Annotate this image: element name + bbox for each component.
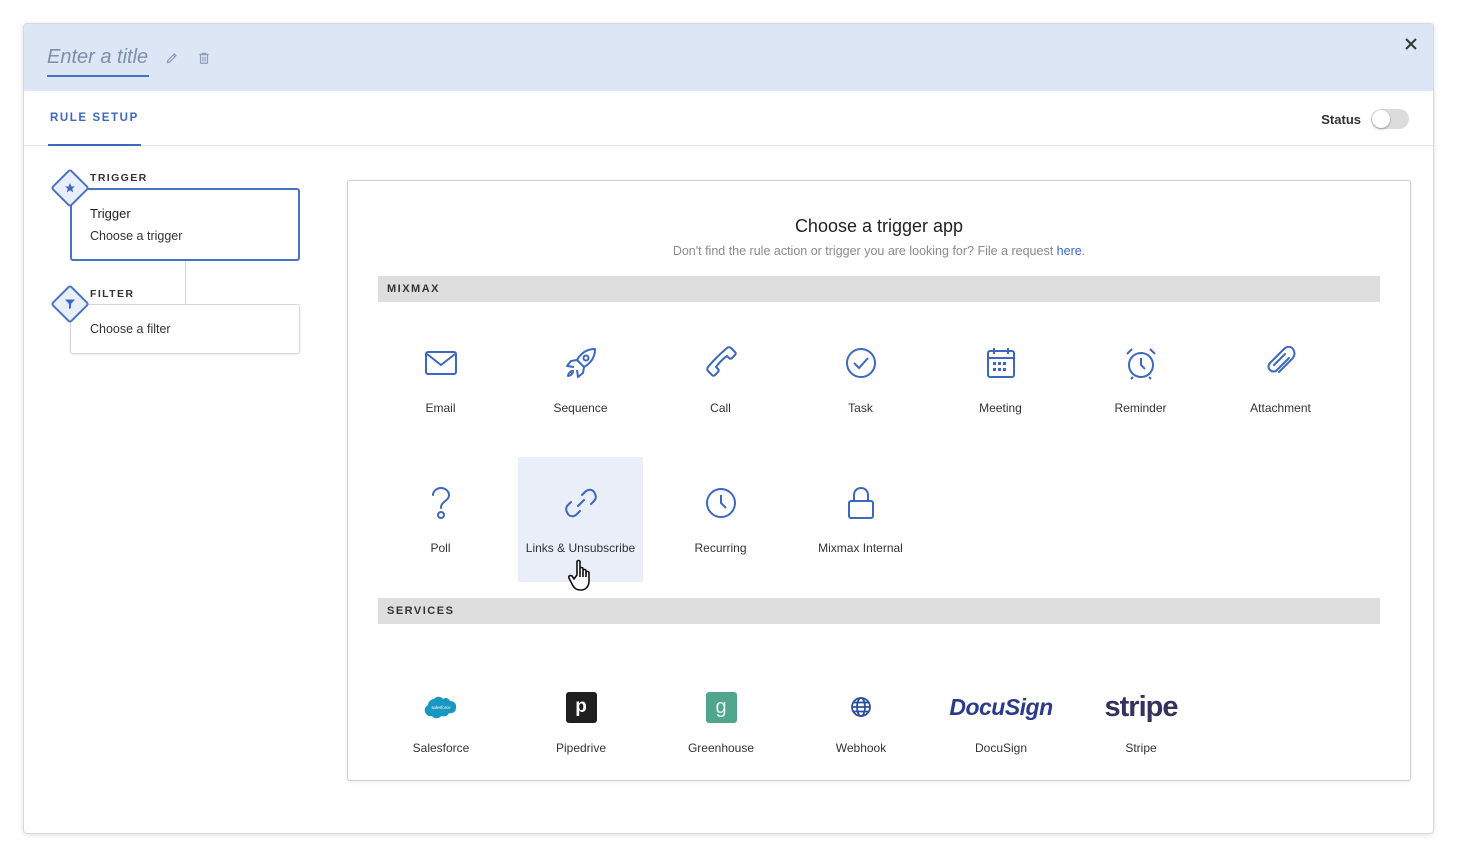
app-reminder[interactable]: Reminder (1078, 317, 1203, 442)
app-email[interactable]: Email (378, 317, 503, 442)
stripe-logo-text: stripe (1104, 690, 1179, 723)
panel-subtitle-end: . (1081, 244, 1086, 258)
service-label: Salesforce (412, 741, 470, 755)
step-connector (185, 261, 186, 305)
app-label: Call (710, 401, 731, 415)
rocket-icon (518, 343, 643, 383)
service-pipedrive[interactable]: p Pipedrive (511, 631, 651, 755)
trigger-step-card[interactable]: Trigger Choose a trigger (70, 188, 300, 261)
app-label: Mixmax Internal (818, 541, 903, 555)
panel-subtitle-text: Don't find the rule action or trigger yo… (672, 244, 1057, 258)
service-webhook[interactable]: Webhook (791, 631, 931, 755)
status-toggle[interactable] (1371, 109, 1409, 129)
calendar-icon (938, 343, 1063, 383)
trigger-step-label: TRIGGER (90, 172, 148, 184)
star-icon (56, 174, 84, 202)
section-services: SERVICES (378, 598, 1380, 624)
pipedrive-logo-text: p (565, 691, 597, 723)
trigger-step-subtitle: Choose a trigger (90, 229, 183, 243)
status-label: Status (1321, 111, 1361, 127)
clock-icon (658, 483, 783, 523)
app-sequence[interactable]: Sequence (518, 317, 643, 442)
app-label: Recurring (694, 541, 747, 555)
app-label: Sequence (553, 401, 608, 415)
status-control: Status (1321, 109, 1409, 129)
trigger-step-title: Trigger (90, 206, 131, 221)
check-circle-icon (798, 343, 923, 383)
greenhouse-logo-text: g (705, 691, 737, 723)
service-greenhouse[interactable]: g Greenhouse (651, 631, 791, 755)
service-label: Pipedrive (555, 741, 607, 755)
app-label: Email (425, 401, 456, 415)
app-label: Poll (430, 541, 451, 555)
title-input[interactable] (47, 44, 149, 77)
phone-icon (658, 343, 783, 383)
app-label: Task (848, 401, 873, 415)
service-label: Webhook (835, 741, 887, 755)
section-mixmax: MIXMAX (378, 276, 1380, 302)
app-attachment[interactable]: Attachment (1218, 317, 1343, 442)
filter-step-label: FILTER (90, 288, 135, 300)
service-label: Stripe (1125, 741, 1157, 755)
docusign-logo: DocuSign (931, 687, 1071, 727)
filter-step-subtitle: Choose a filter (90, 322, 171, 336)
alarm-clock-icon (1078, 343, 1203, 383)
service-salesforce[interactable]: salesforce Salesforce (371, 631, 511, 755)
envelope-icon (378, 343, 503, 383)
panel-subtitle: Don't find the rule action or trigger yo… (348, 244, 1410, 258)
funnel-icon (56, 290, 84, 318)
app-call[interactable]: Call (658, 317, 783, 442)
salesforce-logo: salesforce (371, 687, 511, 727)
pencil-icon[interactable] (164, 50, 180, 66)
toggle-knob (1372, 110, 1390, 128)
app-links-unsubscribe[interactable]: Links & Unsubscribe (518, 457, 643, 582)
app-recurring[interactable]: Recurring (658, 457, 783, 582)
globe-icon (791, 687, 931, 727)
docusign-logo-text: DocuSign (949, 693, 1053, 720)
pipedrive-logo: p (511, 687, 651, 727)
app-label: Attachment (1250, 401, 1311, 415)
lock-icon (798, 483, 923, 523)
request-link[interactable]: here (1057, 244, 1082, 258)
app-poll[interactable]: Poll (378, 457, 503, 582)
trash-icon[interactable] (196, 50, 212, 66)
modal-header (24, 24, 1433, 91)
close-icon[interactable] (1403, 36, 1419, 52)
filter-step-card[interactable]: Choose a filter (70, 304, 300, 354)
app-label: Links & Unsubscribe (525, 541, 636, 555)
service-label: DocuSign (974, 741, 1028, 755)
stripe-logo: stripe (1071, 687, 1211, 727)
paperclip-icon (1218, 343, 1343, 383)
service-label: Greenhouse (687, 741, 755, 755)
tabs-bar: RULE SETUP Status (24, 91, 1433, 146)
app-mixmax-internal[interactable]: Mixmax Internal (798, 457, 923, 582)
app-label: Reminder (1114, 401, 1167, 415)
service-docusign[interactable]: DocuSign DocuSign (931, 631, 1071, 756)
tab-rule-setup[interactable]: RULE SETUP (48, 91, 141, 146)
link-icon (518, 483, 643, 523)
service-stripe[interactable]: stripe Stripe (1071, 631, 1211, 756)
app-meeting[interactable]: Meeting (938, 317, 1063, 442)
salesforce-logo-text: salesforce (431, 705, 451, 710)
question-icon (378, 483, 503, 523)
trigger-app-panel: Choose a trigger app Don't find the rule… (347, 180, 1411, 781)
app-task[interactable]: Task (798, 317, 923, 442)
greenhouse-logo: g (651, 687, 791, 727)
panel-title: Choose a trigger app (794, 216, 964, 236)
app-label: Meeting (979, 401, 1022, 415)
rule-modal: RULE SETUP Status TRIGGER Trigger Choose… (23, 23, 1434, 834)
